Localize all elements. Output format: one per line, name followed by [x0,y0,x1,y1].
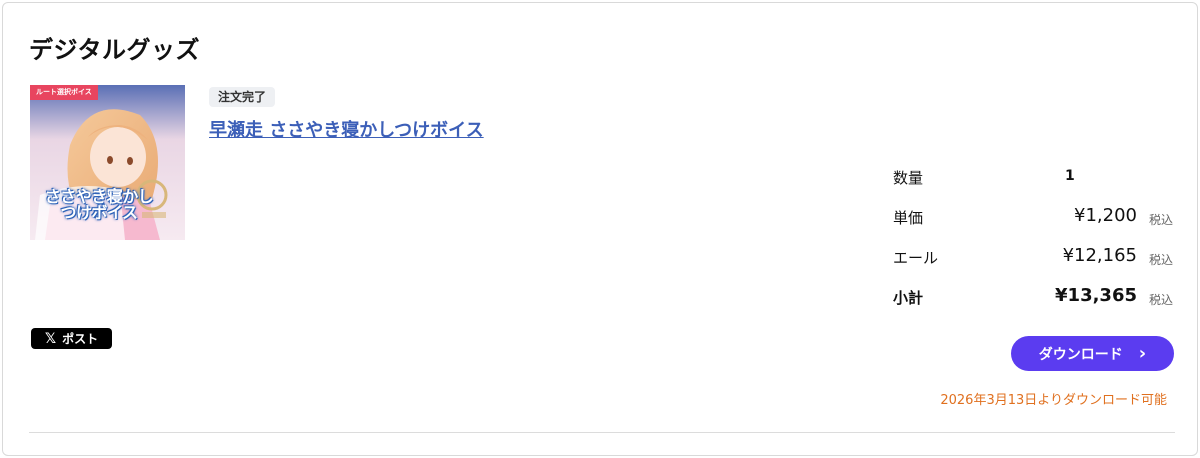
product-thumbnail[interactable]: ルート選択ボイス ささやき寝かしつけボイス [30,85,185,240]
subtotal-label: 小計 [893,289,924,307]
digital-goods-card: デジタルグッズ ルート選択ボイス ささやき寝かしつけボイス 注文完了 早瀬走 さ… [2,2,1198,456]
yell-row: エール ¥12,165 税込 [893,243,1175,283]
order-status-badge: 注文完了 [209,87,276,107]
yell-label: エール [893,249,939,267]
section-title: デジタルグッズ [29,36,201,64]
subtotal-tax: 税込 [1148,293,1173,307]
download-button-label: ダウンロード [1038,346,1123,363]
unit-price-value: ¥1,200 [1074,205,1137,226]
product-name-link[interactable]: 早瀬走 ささやき寝かしつけボイス [209,116,484,142]
unit-price-label: 単価 [893,209,924,227]
post-button-label: ポスト [62,332,99,346]
divider [29,432,1175,433]
yell-tax: 税込 [1148,253,1173,267]
price-summary: 数量 1 単価 ¥1,200 税込 エール ¥12,165 税込 小計 ¥13,… [893,163,1175,323]
quantity-label: 数量 [893,169,924,187]
thumbnail-tag: ルート選択ボイス [30,85,98,100]
download-button[interactable]: ダウンロード › [1011,336,1174,371]
yell-value: ¥12,165 [1062,245,1137,266]
x-post-button[interactable]: 𝕏 ポスト [31,328,112,349]
chevron-right-icon: › [1138,342,1147,364]
x-logo-icon: 𝕏 [44,330,57,347]
download-availability-note: 2026年3月13日よりダウンロード可能 [940,393,1167,408]
subtotal-row: 小計 ¥13,365 税込 [893,283,1175,323]
quantity-value: 1 [1065,168,1075,184]
subtotal-value: ¥13,365 [1055,285,1137,306]
unit-price-tax: 税込 [1148,213,1173,227]
thumbnail-title: ささやき寝かしつけボイス [44,187,154,222]
unit-price-row: 単価 ¥1,200 税込 [893,203,1175,243]
quantity-row: 数量 1 [893,163,1175,203]
